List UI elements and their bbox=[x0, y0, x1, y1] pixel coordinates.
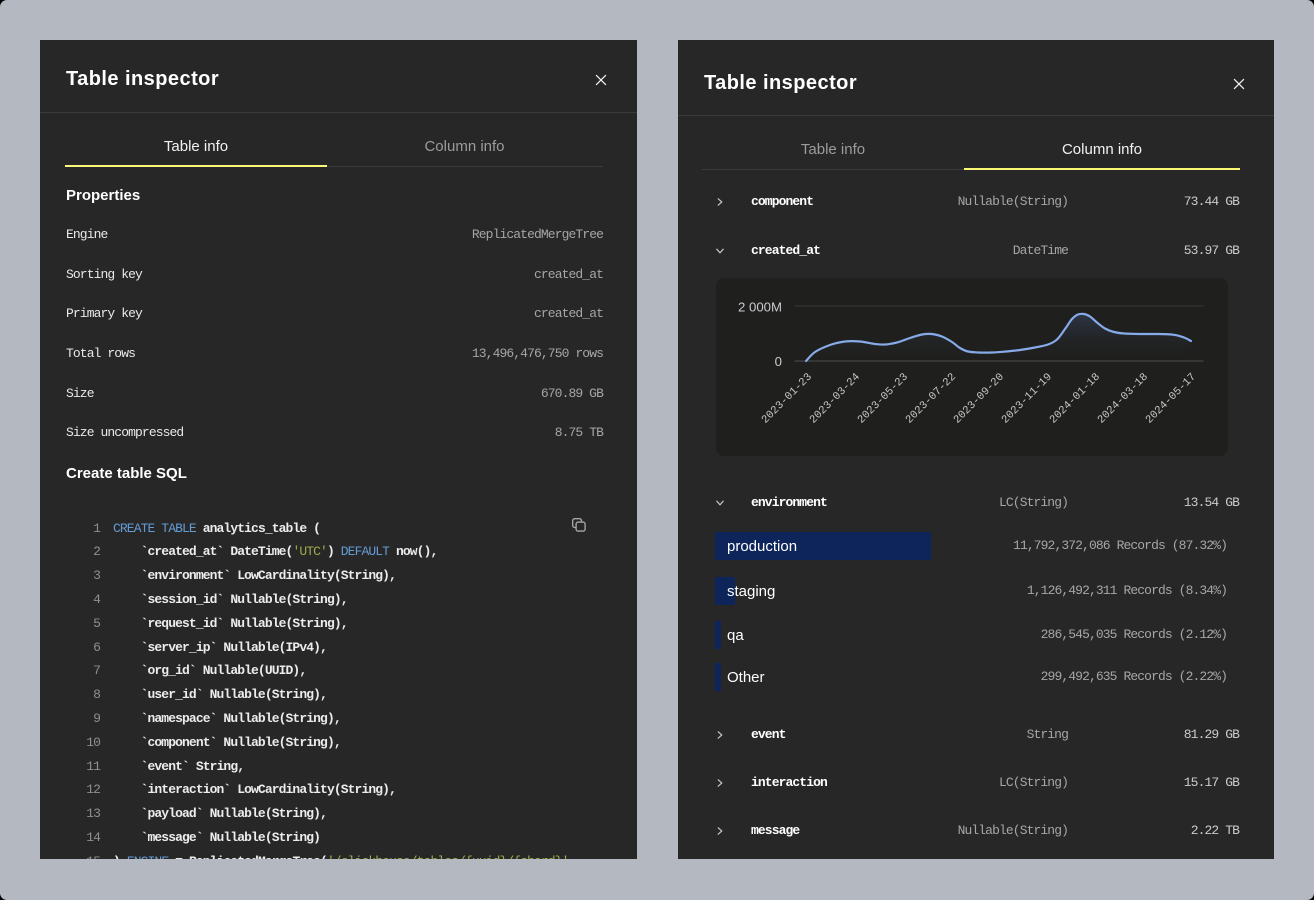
svg-text:0: 0 bbox=[775, 354, 782, 369]
svg-text:2 000M: 2 000M bbox=[738, 300, 782, 315]
